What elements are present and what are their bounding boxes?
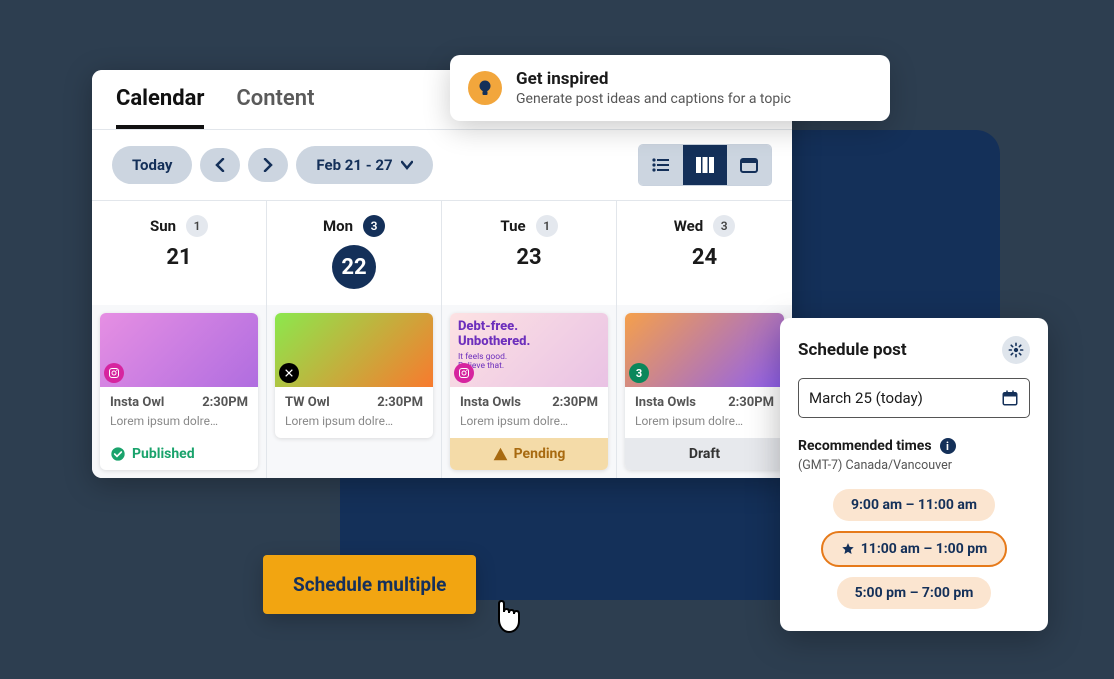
status-label: Draft [689,446,720,462]
post-excerpt: Lorem ipsum dolre… [460,414,598,428]
post-title: Insta Owls [460,395,521,410]
gear-icon [1008,342,1024,358]
today-button[interactable]: Today [112,146,192,184]
date-range-picker[interactable]: Feb 21 - 27 [296,146,432,184]
time-slot-list: 9:00 am – 11:00 am 11:00 am – 1:00 pm 5:… [798,489,1030,609]
day-label: Sun [150,217,176,235]
chevron-down-icon [401,160,413,170]
time-slot[interactable]: 9:00 am – 11:00 am [833,489,995,521]
view-month-button[interactable] [727,145,771,185]
recommended-times-label: Recommended times i [798,438,1030,454]
settings-button[interactable] [1002,336,1030,364]
warning-icon [493,447,508,461]
schedule-post-panel: Schedule post March 25 (today) Recommend… [780,318,1048,631]
timezone-label: (GMT-7) Canada/Vancouver [798,458,1030,473]
date-picker-input[interactable]: March 25 (today) [798,378,1030,418]
day-label: Mon [323,217,353,235]
columns-icon [696,157,714,173]
time-slot-label: 11:00 am – 1:00 pm [861,541,987,557]
day-count: 1 [536,215,558,237]
post-thumbnail: 3 [625,313,784,387]
post-thumbnail [275,313,433,387]
tab-calendar[interactable]: Calendar [116,86,204,129]
time-slot[interactable]: 5:00 pm – 7:00 pm [837,577,992,609]
status-label: Pending [514,446,566,462]
view-week-button[interactable] [683,145,727,185]
day-label: Tue [500,217,525,235]
post-excerpt: Lorem ipsum dolre… [285,414,423,428]
post-card[interactable]: Debt-free. Unbothered. It feels good. Be… [450,313,608,470]
multi-count-chip: 3 [629,363,649,383]
chevron-left-icon [214,158,226,172]
day-count: 3 [713,215,735,237]
next-button[interactable] [248,148,288,182]
post-time: 2:30PM [552,395,598,410]
post-excerpt: Lorem ipsum dolre… [110,414,248,428]
post-thumbnail: Debt-free. Unbothered. It feels good. Be… [450,313,608,387]
thumb-headline: Debt-free. Unbothered. [458,319,530,349]
post-thumbnail [100,313,258,387]
rec-label-text: Recommended times [798,438,932,454]
post-title: TW Owl [285,395,330,410]
inspire-subtitle: Generate post ideas and captions for a t… [516,91,791,107]
day-header-wed[interactable]: Wed 3 24 [617,201,792,305]
post-time: 2:30PM [728,395,774,410]
day-count: 3 [363,215,385,237]
list-icon [652,158,670,172]
day-header-tue[interactable]: Tue 1 23 [442,201,617,305]
view-toggle [638,144,772,186]
status-label: Published [132,446,195,462]
post-title: Insta Owl [110,395,164,410]
inspire-title: Get inspired [516,69,791,89]
day-header-row: Sun 1 21 Mon 3 22 Tue 1 23 Wed 3 24 [92,201,792,305]
status-draft: Draft [625,438,784,470]
day-label: Wed [674,217,703,235]
status-pending: Pending [450,438,608,470]
post-title: Insta Owls [635,395,696,410]
calendar-toolbar: Today Feb 21 - 27 [92,130,792,201]
check-circle-icon [110,446,126,462]
day-number: 24 [623,245,786,270]
day-number-active: 22 [332,245,376,289]
post-time: 2:30PM [202,395,248,410]
post-excerpt: Lorem ipsum dolre… [635,414,774,428]
schedule-title: Schedule post [798,340,907,360]
day-number: 23 [448,245,610,270]
day-count: 1 [186,215,208,237]
post-card[interactable]: 3 Insta Owls 2:30PM Lorem ipsum dolre… Dr… [625,313,784,470]
prev-button[interactable] [200,148,240,182]
schedule-multiple-button[interactable]: Schedule multiple [263,555,476,614]
info-icon[interactable]: i [940,438,956,454]
cursor-pointer-icon [487,598,527,642]
instagram-icon [454,363,474,383]
get-inspired-popover[interactable]: Get inspired Generate post ideas and cap… [450,55,890,121]
calendar-icon [740,157,758,173]
date-value: March 25 (today) [809,389,923,407]
x-twitter-icon [279,363,299,383]
calendar-cards-row: Insta Owl 2:30PM Lorem ipsum dolre… Publi… [92,305,792,478]
status-published: Published [100,438,258,470]
day-header-sun[interactable]: Sun 1 21 [92,201,267,305]
date-range-label: Feb 21 - 27 [316,156,392,174]
post-time: 2:30PM [377,395,423,410]
day-number: 21 [98,245,260,270]
lightbulb-icon [468,71,502,105]
instagram-icon [104,363,124,383]
calendar-icon [1001,389,1019,407]
chevron-right-icon [262,158,274,172]
star-icon [841,542,855,556]
post-card[interactable]: TW Owl 2:30PM Lorem ipsum dolre… [275,313,433,438]
post-card[interactable]: Insta Owl 2:30PM Lorem ipsum dolre… Publi… [100,313,258,470]
calendar-app-window: Calendar Content Today Feb 21 - 27 [92,70,792,478]
view-list-button[interactable] [639,145,683,185]
tab-content[interactable]: Content [236,86,314,129]
day-header-mon[interactable]: Mon 3 22 [267,201,442,305]
time-slot-selected[interactable]: 11:00 am – 1:00 pm [821,531,1007,567]
